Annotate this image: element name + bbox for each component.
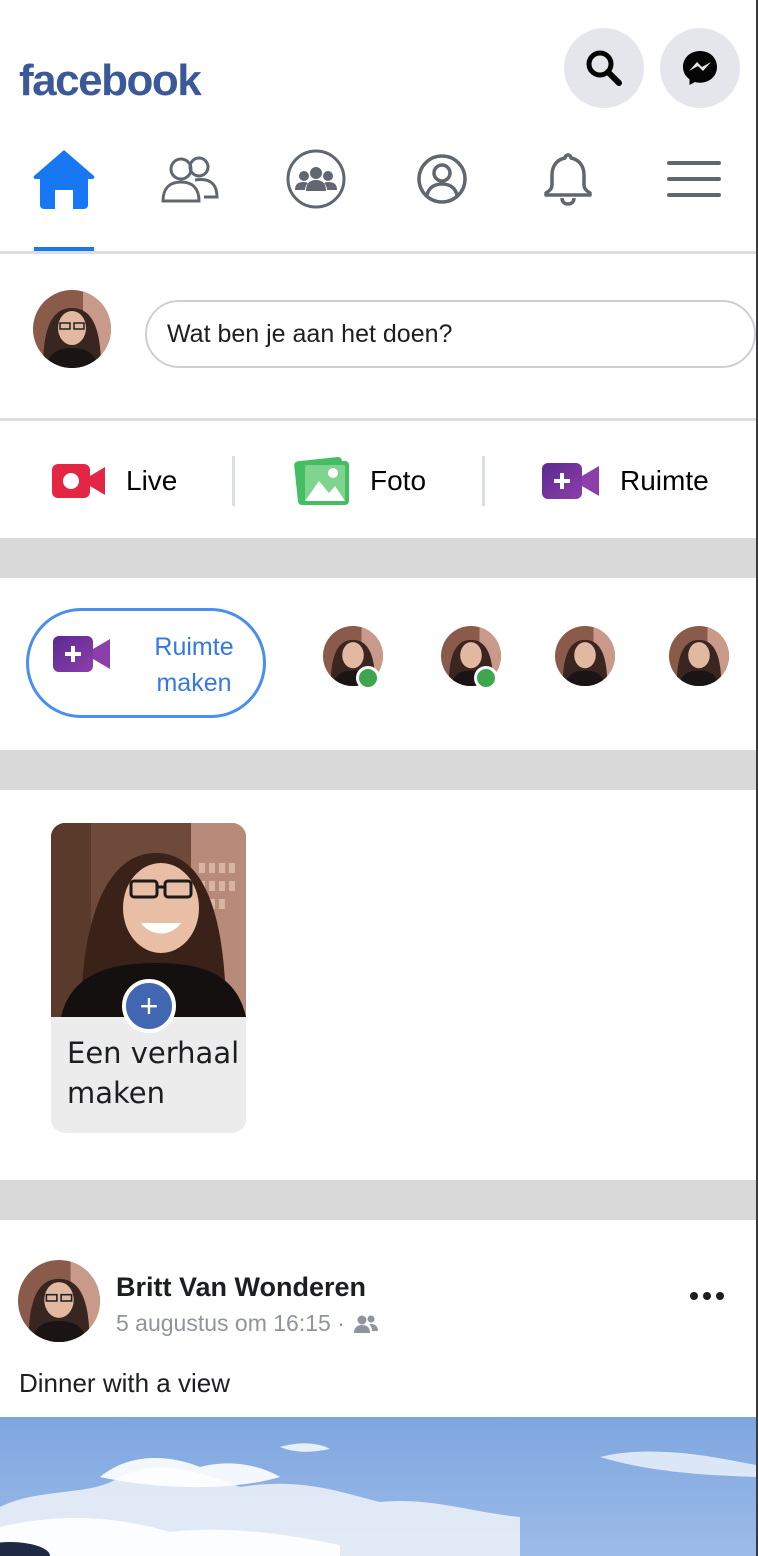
live-video-icon bbox=[52, 464, 105, 498]
photo-button[interactable]: Foto bbox=[294, 453, 426, 509]
contact-avatar[interactable] bbox=[555, 626, 615, 686]
home-icon bbox=[33, 150, 95, 209]
friends-audience-icon[interactable] bbox=[353, 1314, 379, 1334]
messenger-icon bbox=[683, 51, 717, 85]
post-meta: 5 augustus om 16:15 · bbox=[116, 1310, 379, 1337]
create-story-label-line2: maken bbox=[67, 1076, 166, 1110]
online-indicator bbox=[474, 666, 498, 690]
section-gap bbox=[0, 750, 756, 790]
status-composer: Wat ben je aan het doen? bbox=[0, 256, 756, 421]
post-photo[interactable] bbox=[0, 1417, 756, 1556]
room-video-icon bbox=[53, 636, 110, 672]
post-author-avatar[interactable] bbox=[18, 1260, 100, 1342]
post-timestamp[interactable]: 5 augustus om 16:15 · bbox=[116, 1310, 345, 1337]
facebook-logo[interactable]: facebook bbox=[19, 54, 202, 108]
tab-friends[interactable] bbox=[155, 144, 225, 214]
post-options-button[interactable] bbox=[690, 1292, 724, 1300]
composer-actions: Live Foto Ruimte bbox=[0, 423, 756, 538]
tab-profile[interactable] bbox=[407, 144, 477, 214]
tab-notifications[interactable] bbox=[533, 144, 603, 214]
create-story-label-line1: Een verhaal bbox=[67, 1036, 240, 1070]
profile-icon bbox=[417, 154, 467, 204]
user-avatar[interactable] bbox=[33, 290, 111, 368]
status-input[interactable]: Wat ben je aan het doen? bbox=[145, 300, 756, 368]
top-header: facebook bbox=[0, 0, 756, 130]
add-story-icon[interactable]: + bbox=[122, 979, 176, 1033]
bell-icon bbox=[544, 153, 592, 206]
feed-post: Britt Van Wonderen 5 augustus om 16:15 ·… bbox=[0, 1220, 756, 1556]
main-nav bbox=[0, 130, 756, 254]
contact-avatar[interactable] bbox=[669, 626, 729, 686]
create-room-label-line2: maken bbox=[156, 669, 232, 697]
create-room-button[interactable]: Ruimte maken bbox=[26, 608, 266, 718]
create-room-label-line1: Ruimte bbox=[154, 633, 234, 661]
live-button[interactable]: Live bbox=[52, 453, 177, 509]
sky-photo bbox=[0, 1417, 756, 1556]
section-gap bbox=[0, 1180, 756, 1220]
room-video-icon bbox=[542, 463, 599, 499]
tab-home[interactable] bbox=[29, 144, 99, 214]
create-story-card[interactable]: + Een verhaal maken bbox=[51, 823, 246, 1133]
friends-icon bbox=[161, 156, 219, 203]
more-dot-icon bbox=[716, 1292, 724, 1300]
search-button[interactable] bbox=[564, 28, 644, 108]
action-divider bbox=[482, 456, 485, 506]
photo-icon bbox=[294, 457, 349, 505]
menu-icon bbox=[667, 161, 721, 197]
more-dot-icon bbox=[703, 1292, 711, 1300]
live-label: Live bbox=[126, 465, 178, 496]
photo-label: Foto bbox=[370, 465, 427, 496]
post-text: Dinner with a view bbox=[19, 1368, 230, 1398]
stories-tray: + Een verhaal maken bbox=[0, 790, 756, 1180]
tab-menu[interactable] bbox=[659, 144, 729, 214]
action-divider bbox=[232, 456, 235, 506]
online-indicator bbox=[356, 666, 380, 690]
rooms-bar: Ruimte maken bbox=[0, 578, 756, 750]
section-gap bbox=[0, 538, 756, 578]
messenger-button[interactable] bbox=[660, 28, 740, 108]
groups-icon bbox=[286, 149, 346, 209]
tab-groups[interactable] bbox=[281, 144, 351, 214]
active-tab-indicator bbox=[34, 247, 94, 251]
room-label: Ruimte bbox=[620, 465, 709, 496]
search-icon bbox=[586, 50, 622, 86]
room-button[interactable]: Ruimte bbox=[542, 453, 709, 509]
create-story-label: Een verhaal maken bbox=[67, 1033, 242, 1113]
post-author-name[interactable]: Britt Van Wonderen bbox=[116, 1272, 366, 1303]
create-room-label: Ruimte maken bbox=[139, 629, 249, 701]
more-dot-icon bbox=[690, 1292, 698, 1300]
facebook-mobile-page: facebook Wat ben je aan het doen? Live F… bbox=[0, 0, 758, 1556]
